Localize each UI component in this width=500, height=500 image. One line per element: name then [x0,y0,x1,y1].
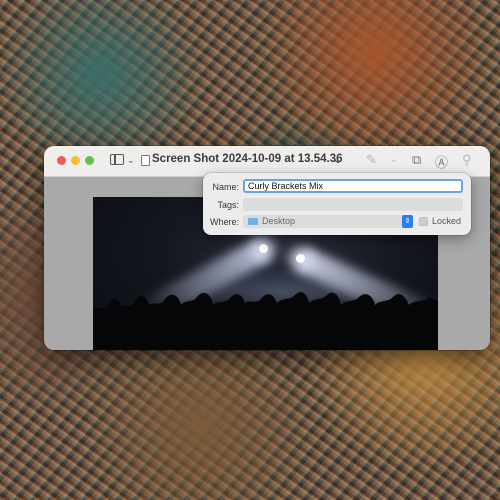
name-label: Name: [212,182,239,192]
minimize-button[interactable] [71,156,80,165]
name-input[interactable] [243,179,463,193]
where-select[interactable]: Desktop ⇕ [243,215,413,228]
where-label: Where: [209,217,239,227]
chevron-down-icon[interactable]: ⌄ [127,155,135,166]
tags-label: Tags: [217,200,239,210]
pencil-icon[interactable]: ✎ [366,152,377,168]
markup-icon[interactable]: Ⓐ [435,152,448,171]
pencil-chevron-icon[interactable]: ⌄ [390,154,398,165]
save-popover: Name: Tags: Where: Desktop ⇕ Locked [203,173,471,235]
search-icon[interactable]: ⚲ [462,152,472,168]
spotlight-right [296,254,305,263]
zoom-button[interactable] [85,156,94,165]
title-chevron-icon[interactable]: ⌄ [331,152,345,166]
select-arrows-icon[interactable]: ⇕ [402,215,413,228]
content-margin-left [44,197,93,350]
crowd-silhouette [93,292,438,350]
sidebar-icon[interactable] [110,154,124,165]
locked-checkbox[interactable] [419,217,428,226]
tags-input[interactable] [243,198,463,211]
spotlight-left [259,244,268,253]
close-button[interactable] [57,156,66,165]
document-icon [141,155,150,166]
window-title[interactable]: Screen Shot 2024-10-09 at 13.54.36 [152,153,343,165]
share-icon[interactable]: ⧉ [412,152,421,168]
folder-icon [248,218,258,225]
locked-label: Locked [432,216,462,226]
where-value: Desktop [262,216,296,226]
